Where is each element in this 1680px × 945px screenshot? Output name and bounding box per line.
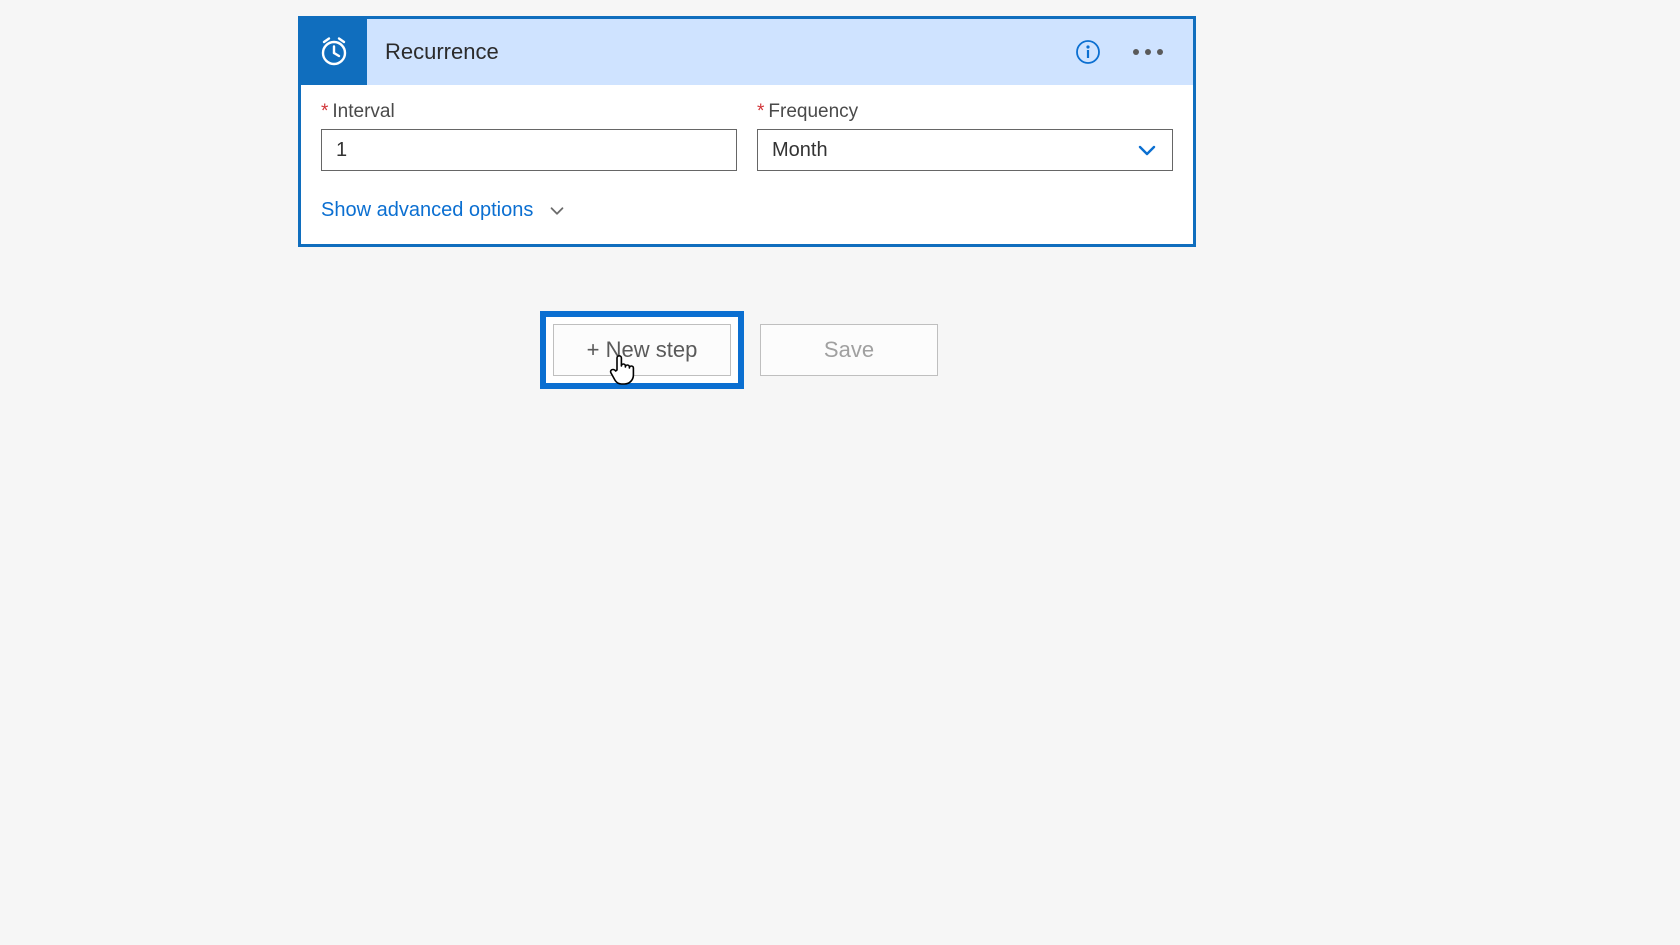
- chevron-down-icon: [547, 201, 567, 221]
- required-mark: *: [321, 101, 328, 122]
- interval-field: *Interval: [321, 101, 737, 171]
- new-step-button[interactable]: + New step: [553, 324, 731, 376]
- more-icon[interactable]: [1127, 43, 1169, 61]
- new-step-highlight: + New step: [540, 311, 744, 389]
- save-button[interactable]: Save: [760, 324, 938, 376]
- new-step-label: + New step: [587, 337, 698, 363]
- card-header-actions: [1073, 37, 1193, 67]
- save-label: Save: [824, 337, 874, 363]
- card-title: Recurrence: [367, 39, 1073, 65]
- clock-icon: [301, 19, 367, 85]
- frequency-field: *Frequency Month: [757, 101, 1173, 171]
- advanced-options-label: Show advanced options: [321, 199, 533, 222]
- interval-label-text: Interval: [332, 101, 394, 122]
- interval-label: *Interval: [321, 101, 737, 123]
- frequency-value: Month: [772, 139, 828, 162]
- advanced-options-toggle[interactable]: Show advanced options: [321, 199, 567, 222]
- required-mark: *: [757, 101, 764, 122]
- chevron-down-icon: [1136, 139, 1158, 161]
- interval-input[interactable]: [321, 129, 737, 171]
- frequency-label-text: Frequency: [768, 101, 858, 122]
- card-header: Recurrence: [301, 19, 1193, 85]
- card-body: *Interval *Frequency Month: [301, 85, 1193, 244]
- actions-row: + New step Save: [540, 311, 938, 389]
- frequency-select[interactable]: Month: [757, 129, 1173, 171]
- recurrence-card: Recurrence *Interval: [298, 16, 1196, 247]
- form-row: *Interval *Frequency Month: [321, 101, 1173, 171]
- frequency-label: *Frequency: [757, 101, 1173, 123]
- info-icon[interactable]: [1073, 37, 1103, 67]
